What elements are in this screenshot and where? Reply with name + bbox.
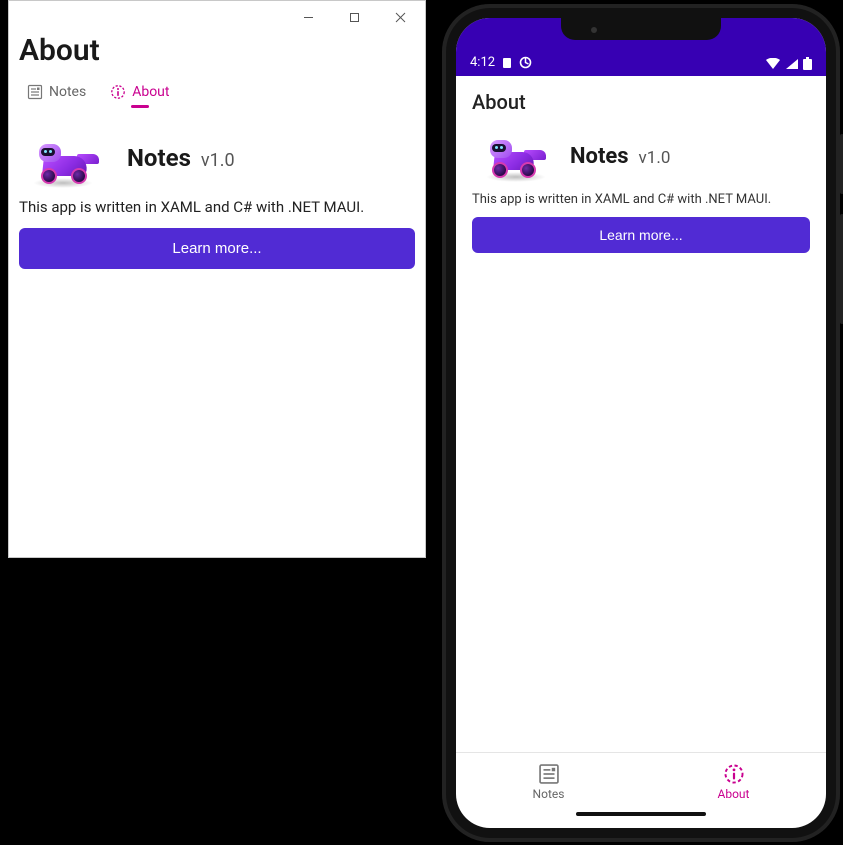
learn-more-button[interactable]: Learn more...: [19, 228, 415, 269]
android-device-frame: 4:12 About Notes v1.: [442, 4, 840, 842]
android-page-body: Notes v1.0 This app is written in XAML a…: [456, 128, 826, 752]
app-description: This app is written in XAML and C# with …: [19, 198, 415, 216]
info-icon: [723, 763, 745, 785]
tab-label: About: [718, 787, 750, 801]
tab-label: Notes: [533, 787, 565, 801]
tab-notes[interactable]: Notes: [27, 84, 86, 108]
notes-icon: [538, 763, 560, 785]
info-icon: [110, 84, 126, 100]
tab-label: About: [132, 84, 169, 100]
device-notch: [561, 18, 721, 40]
app-name-label: Notes: [127, 144, 191, 172]
battery-icon: [803, 57, 812, 70]
sim-icon: [501, 57, 513, 69]
app-version-label: v1.0: [201, 150, 235, 171]
tab-about[interactable]: About: [641, 753, 826, 810]
minimize-icon: [303, 12, 314, 23]
close-icon: [395, 12, 406, 23]
page-title: About: [9, 33, 425, 74]
status-time: 4:12: [470, 55, 495, 70]
maximize-button[interactable]: [331, 2, 377, 32]
top-tabs: Notes About: [9, 74, 425, 116]
page-body: Notes v1.0 This app is written in XAML a…: [9, 116, 425, 275]
app-description: This app is written in XAML and C# with …: [472, 192, 810, 207]
tab-notes[interactable]: Notes: [456, 753, 641, 810]
learn-more-button[interactable]: Learn more...: [472, 217, 810, 253]
window-titlebar: [9, 1, 425, 33]
app-name-label: Notes: [570, 144, 629, 169]
cell-signal-icon: [785, 58, 799, 70]
notes-icon: [27, 84, 43, 100]
hero-row: Notes v1.0: [472, 128, 810, 184]
sync-icon: [519, 56, 532, 69]
tab-label: Notes: [49, 84, 86, 100]
app-version-label: v1.0: [639, 148, 671, 168]
maximize-icon: [349, 12, 360, 23]
android-appbar-title: About: [456, 76, 826, 128]
minimize-button[interactable]: [285, 2, 331, 32]
dotnet-bot-image: [19, 126, 109, 190]
windows-app-window: About Notes About: [8, 0, 426, 558]
tab-about[interactable]: About: [110, 84, 169, 108]
hero-row: Notes v1.0: [19, 126, 415, 190]
wifi-icon: [765, 58, 781, 70]
gesture-handle[interactable]: [456, 810, 826, 828]
close-button[interactable]: [377, 2, 423, 32]
android-screen: 4:12 About Notes v1.: [456, 18, 826, 828]
bottom-tabs: Notes About: [456, 752, 826, 810]
dotnet-bot-image: [472, 128, 556, 184]
